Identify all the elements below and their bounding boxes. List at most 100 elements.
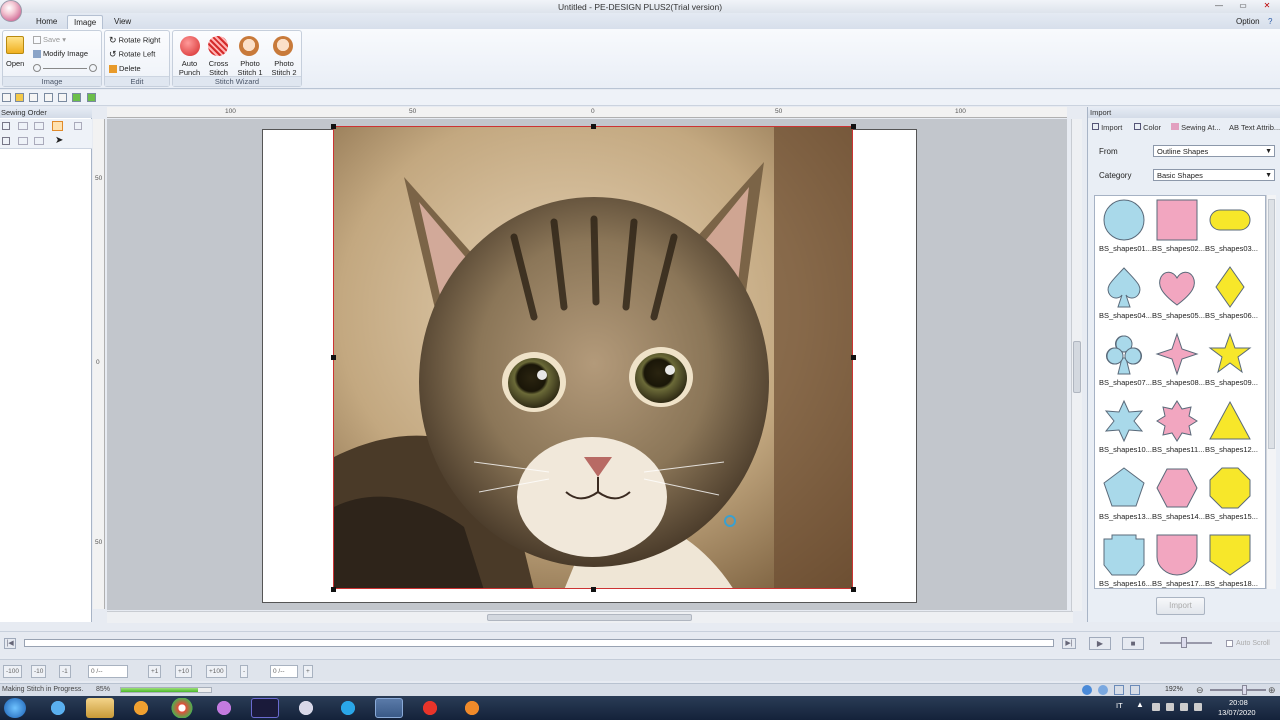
tab-option[interactable]: Option: [1230, 15, 1266, 29]
layer-icon[interactable]: [18, 122, 28, 130]
tab-text-attribute[interactable]: AB Text Attrib...: [1229, 123, 1280, 132]
redo-icon[interactable]: [87, 93, 96, 102]
skype-icon[interactable]: [334, 698, 362, 718]
shape-item[interactable]: BS_shapes03...: [1203, 197, 1258, 264]
first-stitch-icon[interactable]: |◀: [4, 638, 16, 649]
tab-sewing-attribute[interactable]: Sewing At...: [1171, 123, 1221, 132]
zoom-slider-thumb[interactable]: [1242, 685, 1247, 695]
back-1-button[interactable]: -1: [59, 665, 71, 678]
last-stitch-icon[interactable]: ▶|: [1062, 638, 1076, 649]
kitten-photo[interactable]: [333, 126, 853, 589]
color-counter-field[interactable]: 0 /--: [270, 665, 298, 678]
resize-handle[interactable]: [331, 587, 336, 592]
plus-icon[interactable]: [89, 64, 97, 72]
media-player-icon[interactable]: [127, 698, 155, 718]
cross-stitch-icon[interactable]: [208, 36, 228, 56]
action-center-icon[interactable]: [1194, 703, 1202, 711]
auto-scroll-checkbox[interactable]: [1226, 640, 1233, 647]
next-color-button[interactable]: +: [303, 665, 313, 678]
view-icon[interactable]: [58, 93, 67, 102]
clock-date[interactable]: 13/07/2020: [1218, 708, 1256, 717]
back-10-button[interactable]: -10: [31, 665, 47, 678]
back-100-button[interactable]: -100: [3, 665, 23, 678]
tab-color[interactable]: Color: [1134, 123, 1161, 132]
shape-item[interactable]: BS_shapes08...: [1150, 331, 1205, 398]
internet-explorer-icon[interactable]: [44, 698, 72, 718]
modify-image-button[interactable]: Modify Image: [33, 49, 88, 59]
clock-time[interactable]: 20:08: [1229, 698, 1248, 707]
color-icon[interactable]: [18, 137, 28, 145]
minimize-button[interactable]: —: [1212, 1, 1226, 11]
app-window-icon[interactable]: [251, 698, 279, 718]
scroll-thumb[interactable]: [1073, 341, 1081, 393]
photo-stitch-2-icon[interactable]: [273, 36, 293, 56]
group-icon[interactable]: [2, 122, 10, 130]
tab-home[interactable]: Home: [30, 15, 63, 29]
language-indicator[interactable]: IT: [1116, 701, 1123, 710]
file-explorer-icon[interactable]: [86, 698, 114, 718]
shape-item[interactable]: BS_shapes11...: [1150, 398, 1204, 465]
forward-10-button[interactable]: +10: [175, 665, 193, 678]
embroidery-app-icon[interactable]: [292, 698, 320, 718]
pe-design-taskbar-icon[interactable]: [375, 698, 403, 718]
open-folder-icon[interactable]: [6, 36, 24, 54]
color2-icon[interactable]: [34, 137, 44, 145]
shape-item[interactable]: BS_shapes12...: [1203, 398, 1258, 465]
resize-handle[interactable]: [331, 355, 336, 360]
resize-handle[interactable]: [331, 124, 336, 129]
view-mode-icon[interactable]: [1114, 685, 1124, 695]
horizontal-scrollbar[interactable]: [107, 611, 1073, 623]
vertical-scrollbar[interactable]: [1071, 119, 1082, 611]
rotate-right-button[interactable]: ↻ Rotate Right: [109, 35, 160, 46]
auto-punch-icon[interactable]: [180, 36, 200, 56]
network-icon[interactable]: [1152, 703, 1160, 711]
order-icon[interactable]: [2, 137, 10, 145]
photo-stitch-1-icon[interactable]: [239, 36, 259, 56]
view-mode-icon[interactable]: [1082, 685, 1092, 695]
resize-handle[interactable]: [591, 124, 596, 129]
resize-handle[interactable]: [851, 124, 856, 129]
play-icon[interactable]: ▶: [1089, 637, 1111, 650]
open-button[interactable]: Open: [6, 59, 24, 68]
volume-icon[interactable]: [1166, 703, 1174, 711]
zoom-in-icon[interactable]: ⊕: [1268, 685, 1276, 695]
image-transparency-slider[interactable]: [33, 64, 99, 72]
tab-view[interactable]: View: [108, 15, 137, 29]
view-mode-icon[interactable]: [1130, 685, 1140, 695]
restore-button[interactable]: ▭: [1236, 1, 1250, 11]
forward-1-button[interactable]: +1: [148, 665, 162, 678]
from-select[interactable]: Outline Shapes ▼: [1153, 145, 1275, 157]
delete-button[interactable]: Delete: [109, 64, 141, 74]
shape-item[interactable]: BS_shapes15...: [1203, 465, 1258, 532]
close-button[interactable]: ✕: [1260, 1, 1274, 11]
shape-item[interactable]: BS_shapes18...: [1203, 532, 1258, 588]
photo-stitch-1-button[interactable]: Photo Stitch 1: [231, 59, 269, 77]
help-icon[interactable]: ?: [1262, 15, 1278, 29]
import-button[interactable]: Import: [1156, 597, 1205, 615]
shape-item[interactable]: BS_shapes09...: [1203, 331, 1258, 398]
stitch-counter-field[interactable]: 0 /--: [88, 665, 128, 678]
view-mode-icon[interactable]: [1098, 685, 1108, 695]
tray-arrow-icon[interactable]: ▲: [1136, 700, 1144, 709]
shape-item[interactable]: BS_shapes01...: [1097, 197, 1152, 264]
tab-image[interactable]: Image: [67, 15, 104, 29]
chrome-icon[interactable]: [168, 698, 196, 718]
save-icon[interactable]: [29, 93, 38, 102]
undo-icon[interactable]: [72, 93, 81, 102]
scroll-thumb[interactable]: [487, 614, 692, 621]
lotus-icon[interactable]: [210, 698, 238, 718]
battery-icon[interactable]: [1180, 703, 1188, 711]
shape-item[interactable]: BS_shapes02...: [1150, 197, 1205, 264]
save-button[interactable]: Save ▾: [33, 35, 66, 45]
resize-handle[interactable]: [851, 587, 856, 592]
category-select[interactable]: Basic Shapes ▼: [1153, 169, 1275, 181]
hand-app-icon[interactable]: [458, 698, 486, 718]
new-icon[interactable]: [2, 93, 11, 102]
shape-gallery-scrollbar[interactable]: [1266, 195, 1276, 589]
stitch-progress-track[interactable]: [24, 639, 1054, 647]
shape-item[interactable]: BS_shapes16...: [1097, 532, 1152, 588]
zoom-icon[interactable]: [44, 93, 53, 102]
prev-color-button[interactable]: -: [240, 665, 249, 678]
scroll-thumb[interactable]: [1268, 199, 1275, 449]
shape-item[interactable]: BS_shapes13...: [1097, 465, 1152, 532]
